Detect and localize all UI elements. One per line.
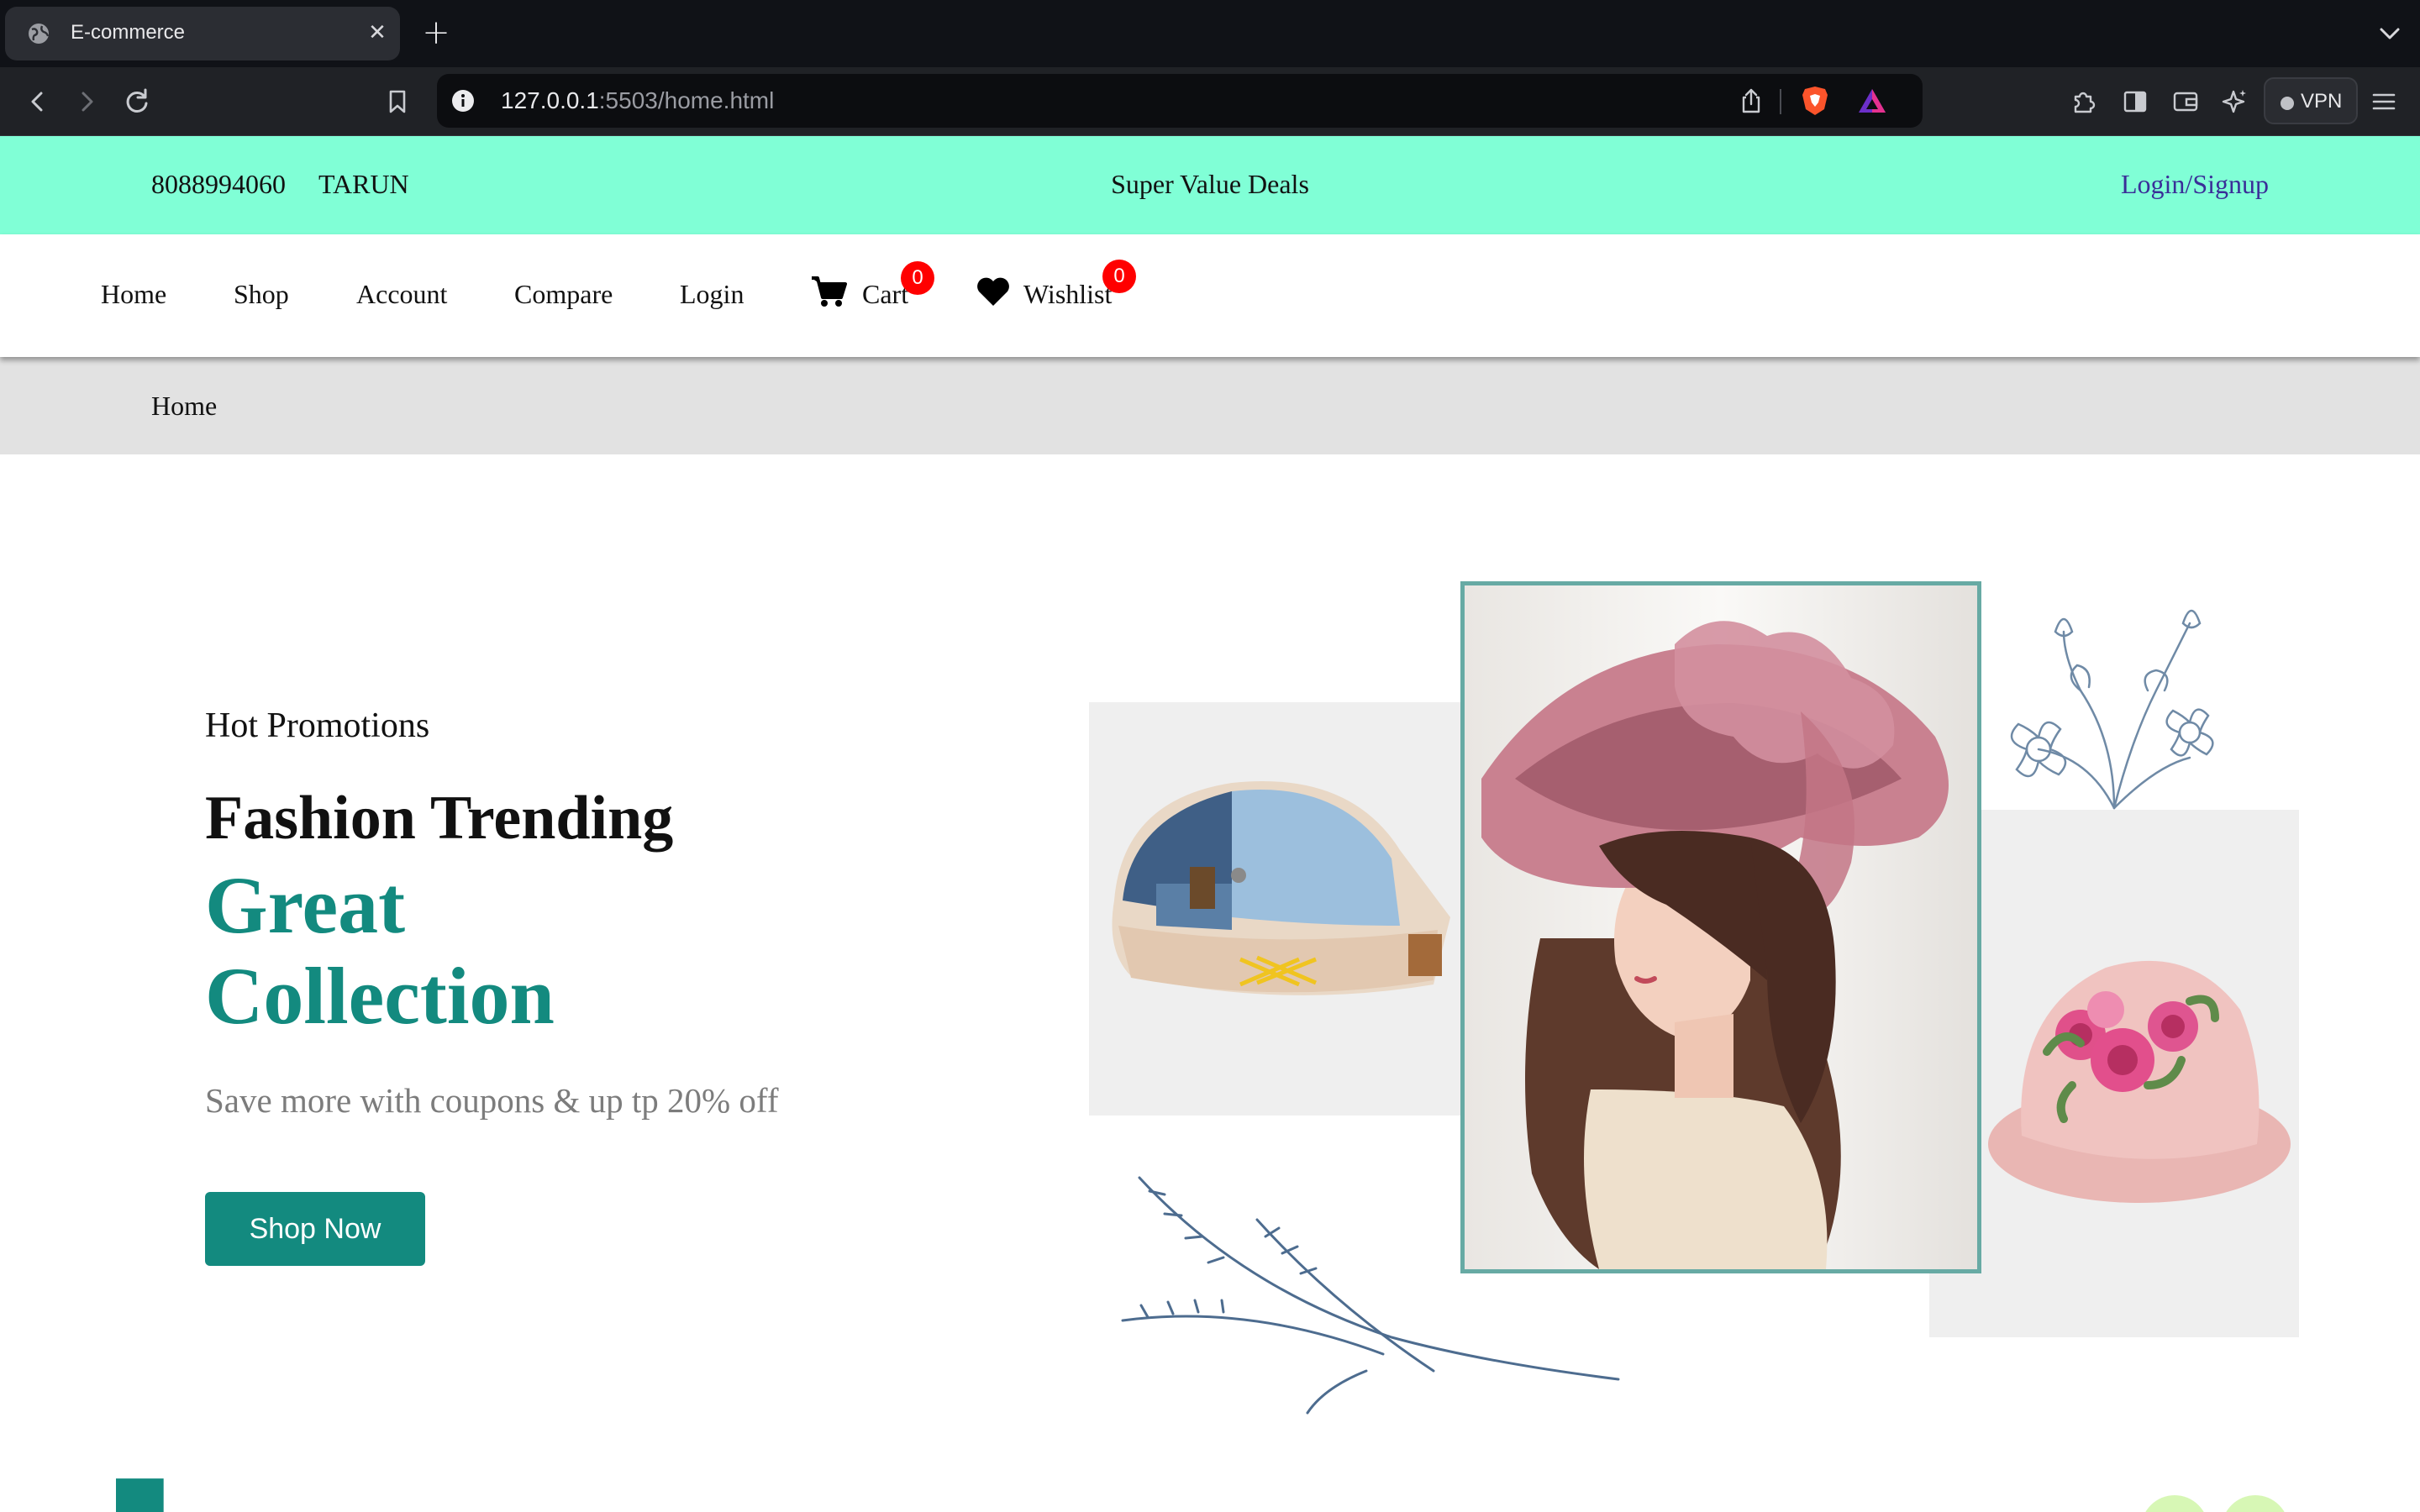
next-section-heading-peek: █ <box>116 1480 164 1512</box>
nav-shop[interactable]: Shop <box>234 279 289 310</box>
brave-rewards-icon[interactable] <box>1855 84 1889 118</box>
globe-icon <box>29 24 50 44</box>
web-page: 8088994060 TARUN Super Value Deals Login… <box>0 136 2420 1512</box>
vpn-status-icon <box>2281 97 2294 110</box>
browser-toolbar: 127.0.0.1:5503/home.html VPN <box>0 67 2420 136</box>
back-icon[interactable] <box>18 82 57 121</box>
hero-collage <box>1089 581 2299 1480</box>
tab-title: E-commerce <box>71 21 186 44</box>
decorative-circle <box>2222 1495 2289 1512</box>
breadcrumb: Home <box>0 357 2420 454</box>
url-separator <box>1780 89 1781 114</box>
wishlist-count-badge: 0 <box>1102 260 1136 293</box>
menu-icon[interactable] <box>2365 82 2403 121</box>
nav-account[interactable]: Account <box>356 279 447 310</box>
plus-icon[interactable]: + <box>418 13 454 52</box>
chevron-down-icon[interactable] <box>2373 17 2407 50</box>
pink-embroidered-hat-image <box>1988 960 2291 1203</box>
share-icon[interactable] <box>1736 86 1766 116</box>
main-navigation: Home Shop Account Compare Login Cart 0 W… <box>0 234 2420 357</box>
browser-tab[interactable]: E-commerce ✕ <box>5 7 400 60</box>
nav-compare[interactable]: Compare <box>514 279 613 310</box>
login-signup-link[interactable]: Login/Signup <box>2121 169 2269 200</box>
nav-home[interactable]: Home <box>101 279 166 310</box>
url-path: :5503/home.html <box>598 87 775 113</box>
hero-description: Save more with coupons & up tp 20% off <box>205 1081 779 1120</box>
info-icon[interactable] <box>450 88 476 113</box>
shop-now-button[interactable]: Shop Now <box>205 1192 425 1266</box>
brave-shield-icon[interactable] <box>1798 84 1832 118</box>
vpn-button[interactable]: VPN <box>2264 77 2358 124</box>
model-photo <box>1460 581 1981 1273</box>
breadcrumb-home: Home <box>151 391 218 421</box>
url-text[interactable]: 127.0.0.1:5503/home.html <box>501 87 774 114</box>
decorative-circle <box>2141 1495 2208 1512</box>
cart-count-badge: 0 <box>901 261 934 295</box>
top-bar: 8088994060 TARUN Super Value Deals Login… <box>0 136 2420 234</box>
browser-tab-bar: E-commerce ✕ + <box>0 0 2420 67</box>
nav-wishlist[interactable]: Wishlist <box>1023 279 1112 310</box>
deals-text: Super Value Deals <box>1111 169 1309 199</box>
close-icon[interactable]: ✕ <box>361 17 393 49</box>
leo-icon[interactable] <box>2217 82 2255 121</box>
hero-accent-line-2: Collection <box>205 951 555 1041</box>
sidebar-icon[interactable] <box>2116 82 2154 121</box>
reload-icon[interactable] <box>118 82 156 121</box>
cart-icon[interactable] <box>810 275 847 308</box>
vpn-label: VPN <box>2301 90 2343 113</box>
hero-title: Fashion Trending <box>205 784 674 853</box>
denim-cap-image <box>1112 780 1450 995</box>
url-host: 127.0.0.1 <box>501 87 599 113</box>
hero-accent-line-1: Great <box>205 860 406 950</box>
heart-icon[interactable] <box>975 275 1012 308</box>
flower-sketch-image <box>2010 609 2214 810</box>
forward-icon[interactable] <box>67 82 106 121</box>
extensions-icon[interactable] <box>2064 82 2102 121</box>
woman-in-pink-hat-image <box>1465 585 1977 1269</box>
hero-subtitle: Hot Promotions <box>205 706 430 745</box>
address-bar[interactable]: 127.0.0.1:5503/home.html <box>437 74 1923 128</box>
wallet-icon[interactable] <box>2166 82 2205 121</box>
bookmark-icon[interactable] <box>378 82 417 121</box>
nav-login[interactable]: Login <box>680 279 744 310</box>
